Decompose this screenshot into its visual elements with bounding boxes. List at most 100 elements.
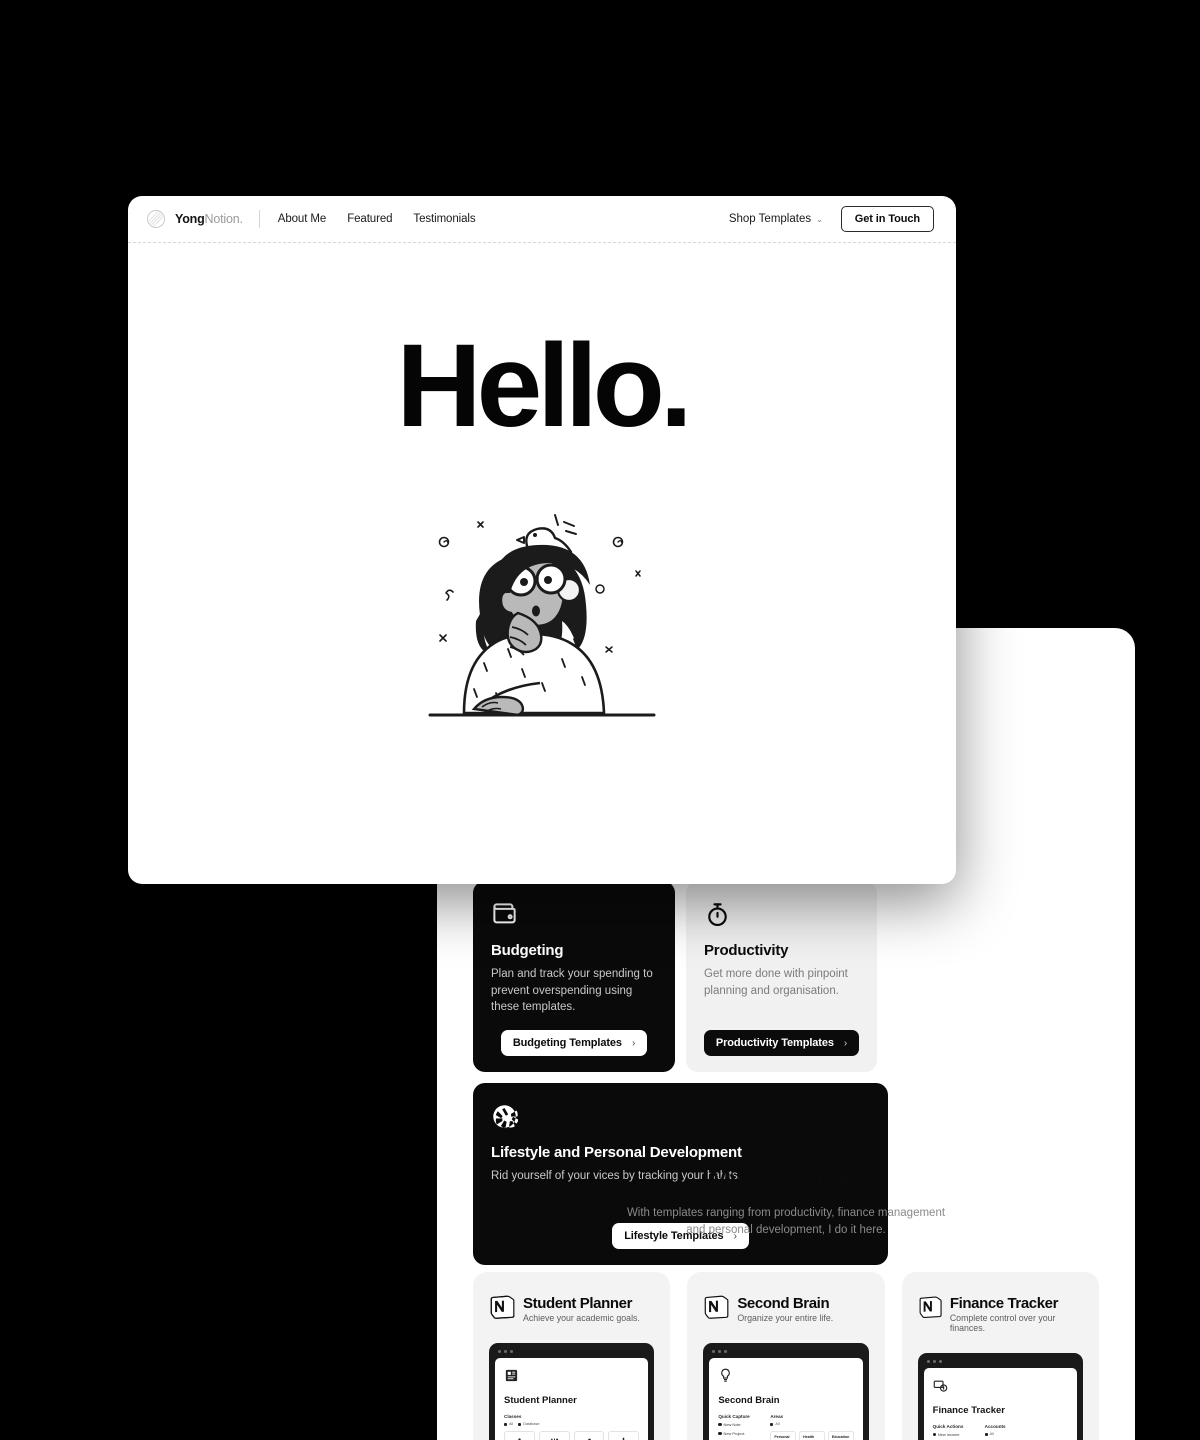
pick-subtitle: Achieve your academic goals. [523,1313,640,1324]
preview-chipbar: All [984,1432,1068,1436]
pick-subtitle: Organize your entire life. [737,1313,834,1324]
top-picks-subheading: With templates ranging from productivity… [626,1207,946,1236]
button-label: Productivity Templates [715,1037,834,1050]
top-picks-heading: My Top Picks [708,1164,864,1194]
nav-divider [258,210,260,228]
brand-logo[interactable]: YongNotion. [146,209,243,229]
hero-title: Hello. [396,320,692,452]
preview-mini-cards: Personal Health Education [770,1431,854,1440]
stopwatch-icon [708,903,727,927]
pick-title-block: Second Brain Organize your entire life. [737,1294,833,1323]
notion-logo-icon [705,1295,729,1320]
category-card-productivity[interactable]: Productivity Get more done with pinpoint… [686,881,877,1073]
window-dots [709,1350,862,1358]
preview-chip[interactable]: Database [518,1422,540,1427]
chip-label: All [509,1422,514,1427]
preview-right-col: Areas All Personal Health Education [770,1414,854,1440]
screenshot-stage: Study Study Templates › Budgeting Plan a… [0,0,1200,1440]
preview-left-col: Quick Capture New Note New Project New R… [718,1414,764,1440]
preview-column[interactable] [573,1431,605,1440]
productivity-templates-button[interactable]: Productivity Templates › [703,1030,860,1057]
brand-text: YongNotion. [175,212,243,226]
preview-two-col: Quick Actions New Income New Expense New… [932,1424,1068,1440]
preview-mini-card[interactable]: Personal [770,1431,797,1440]
wallet-icon [493,903,516,924]
pick-header: Finance Tracker Complete control over yo… [918,1294,1083,1333]
preview-title: Finance Tracker [932,1405,1006,1417]
preview-chip[interactable]: All [984,1432,994,1436]
chevron-down-icon: ⌄ [816,214,823,224]
preview-left-item[interactable]: New Project [718,1431,764,1436]
category-button-wrap: Productivity Templates › [703,1016,860,1057]
window-dots [495,1350,648,1358]
top-picks-section: My Top Picks With templates ranging from… [437,1164,1135,1440]
top-pick-card-student-planner[interactable]: Student Planner Achieve your academic go… [473,1272,671,1440]
foreground-browser-window: YongNotion. About Me Featured Testimonia… [128,196,956,884]
preview-mini-card[interactable]: Health [799,1431,825,1440]
preview-content: Second Brain Quick Capture New Note New … [709,1358,863,1440]
preview-column[interactable] [608,1431,640,1440]
preview-left-label: Quick Actions [932,1424,964,1430]
preview-chip[interactable]: All [770,1422,780,1426]
shop-templates-label: Shop Templates [728,213,812,225]
preview-right-col: Accounts All Checking Account Savings Ac… [984,1424,1068,1440]
nav-link-about-me[interactable]: About Me [278,213,327,225]
category-card-budgeting[interactable]: Budgeting Plan and track your spending t… [473,881,675,1073]
nav-right-group: Shop Templates ⌄ Get in Touch [729,206,934,232]
preview-column[interactable] [504,1431,535,1440]
notion-logo-icon [490,1295,515,1320]
nav-link-featured[interactable]: Featured [347,213,392,225]
preview-content: Student Planner Classes All Database [495,1358,649,1440]
top-pick-card-finance-tracker[interactable]: Finance Tracker Complete control over yo… [901,1272,1099,1440]
pick-header: Student Planner Achieve your academic go… [489,1294,654,1323]
preview-chipbar: All [770,1422,853,1426]
preview-title: Second Brain [718,1395,780,1407]
money-card-icon [933,1380,947,1393]
primary-nav: About Me Featured Testimonials [278,213,476,225]
chevron-right-icon: › [631,1037,636,1049]
category-button-wrap: Budgeting Templates › [491,1016,657,1057]
preview-column[interactable] [538,1431,570,1440]
hatched-circle-logo-icon [147,210,165,228]
pick-preview-window: Second Brain Quick Capture New Note New … [703,1343,869,1440]
pick-subtitle: Complete control over your finances. [949,1313,1056,1334]
get-in-touch-button[interactable]: Get in Touch [840,206,934,232]
category-title: Productivity [704,942,789,959]
pick-header: Second Brain Organize your entire life. [703,1294,868,1323]
hero-illustration-wrap [128,487,956,717]
preview-left-item[interactable]: New Income [932,1432,979,1437]
woman-thinking-with-bird-illustration [428,513,656,717]
preview-chipbar: All Database [504,1422,639,1426]
preview-left-label: Quick Capture [718,1414,750,1420]
brand-name-light: Notion. [204,212,243,226]
nav-link-testimonials[interactable]: Testimonials [413,213,475,225]
preview-left-col: Quick Actions New Income New Expense New… [932,1424,979,1440]
preview-title: Student Planner [504,1395,577,1407]
category-desc: Get more done with pinpoint planning and… [704,968,848,997]
brand-name-bold: Yong [175,212,205,226]
pick-title: Student Planner [523,1295,633,1313]
budgeting-templates-button[interactable]: Budgeting Templates › [500,1030,648,1057]
category-title: Budgeting [491,942,564,959]
aperture-icon [493,1105,518,1129]
preview-chip[interactable]: All [504,1422,513,1426]
preview-section-label: Classes [504,1414,522,1420]
hero-section: Hello. [128,243,956,884]
category-desc: Plan and track your spending to prevent … [491,968,653,1014]
preview-right-label: Areas [770,1414,784,1420]
preview-two-col: Quick Capture New Note New Project New R… [718,1414,854,1440]
pick-title-block: Student Planner Achieve your academic go… [523,1294,640,1323]
chevron-right-icon: › [843,1037,848,1049]
preview-columns [504,1431,640,1440]
chip-label: Database [523,1422,540,1427]
preview-mini-card[interactable]: Education [827,1431,854,1440]
category-title: Lifestyle and Personal Development [491,1144,742,1162]
pick-title: Finance Tracker [949,1295,1059,1313]
notion-logo-icon [919,1296,942,1319]
preview-left-item[interactable]: New Note [718,1422,764,1427]
pick-title: Second Brain [737,1295,830,1313]
preview-content: Finance Tracker Quick Actions New Income… [923,1368,1077,1440]
top-pick-card-second-brain[interactable]: Second Brain Organize your entire life. … [687,1272,885,1440]
preview-right-label: Accounts [984,1424,1006,1430]
shop-templates-dropdown[interactable]: Shop Templates ⌄ [729,213,823,225]
